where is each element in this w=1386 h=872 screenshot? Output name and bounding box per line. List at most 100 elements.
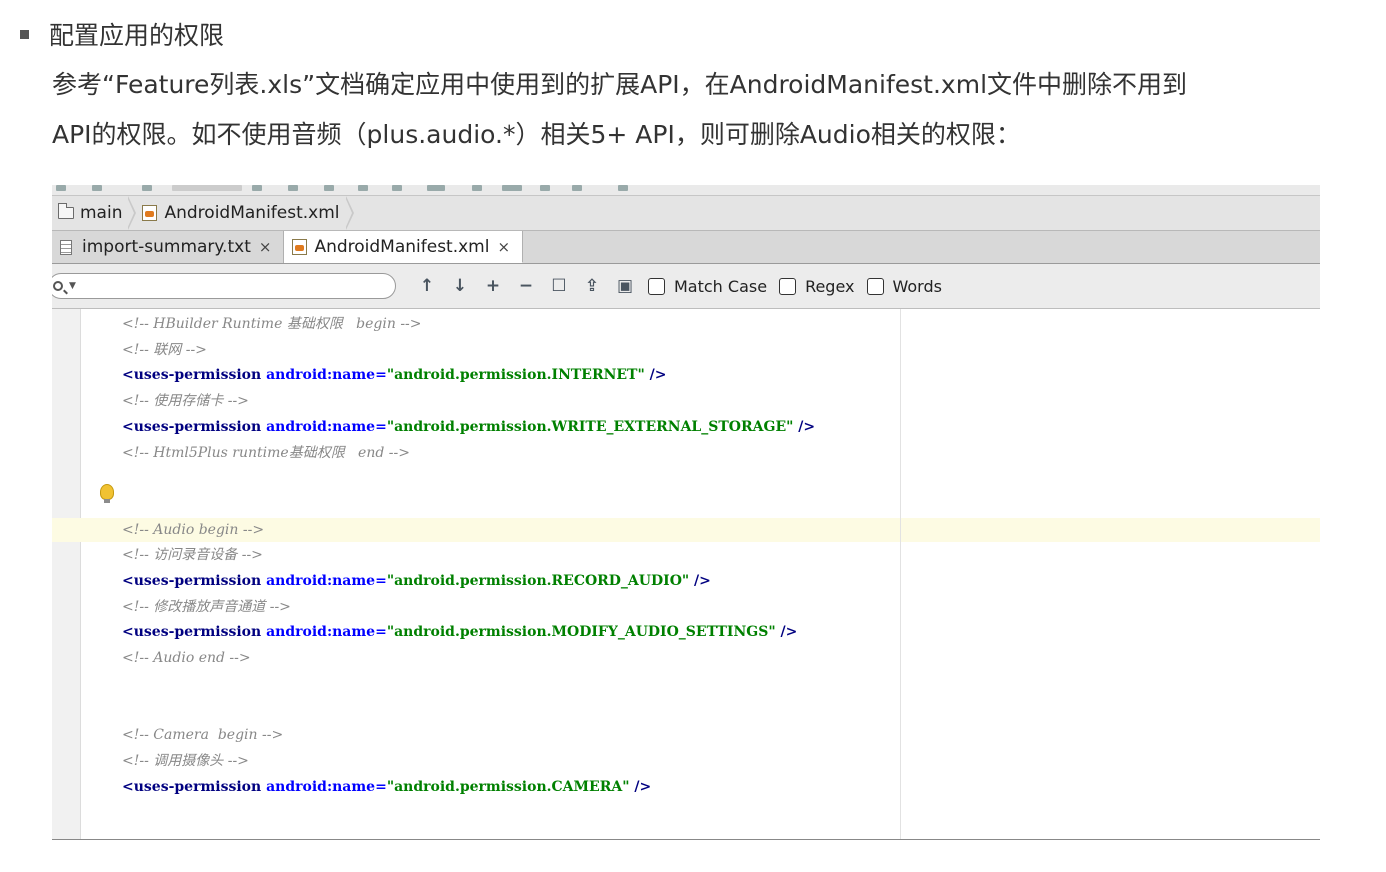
remove-selection-icon: −: [518, 276, 534, 296]
arrow-up-icon: ↑: [419, 276, 435, 296]
code-comment-line: <!-- 修改播放声音通道 -->: [122, 597, 291, 617]
xml-attribute: android:name=: [261, 778, 387, 795]
code-permission-line: <uses-permission android:name="android.p…: [122, 622, 797, 642]
code-comment-line: <!-- Audio end -->: [122, 648, 251, 668]
code-permission-line: <uses-permission android:name="android.p…: [122, 365, 667, 385]
list-item: 配置应用的权限: [20, 16, 224, 52]
xml-attribute: android:name=: [261, 418, 387, 435]
export-icon: ⇪: [584, 276, 600, 296]
code-comment-line: <!-- HBuilder Runtime 基础权限 begin -->: [122, 314, 422, 334]
xml-tag: <uses-permission: [122, 778, 262, 795]
code-comment-line: <!-- Camera begin -->: [122, 725, 283, 745]
xml-tag-end: />: [775, 624, 798, 641]
code-comment-line: <!-- Html5Plus runtime基础权限 end -->: [122, 443, 410, 463]
comment-text: <!-- 访问录音设备 -->: [122, 547, 263, 564]
comment-text: <!-- HBuilder Runtime 基础权限 begin -->: [122, 316, 422, 332]
ide-screenshot: main AndroidManifest.xml import-summary.…: [52, 185, 1320, 840]
folder-icon: [57, 203, 74, 219]
search-icon: [53, 281, 63, 291]
lightbulb-icon[interactable]: [100, 483, 114, 503]
comment-text: <!-- 使用存储卡 -->: [122, 393, 249, 410]
breadcrumb-label: AndroidManifest.xml: [164, 203, 340, 223]
xml-value: "android.permission.WRITE_EXTERNAL_STORA…: [386, 418, 794, 435]
export-button[interactable]: ⇪: [581, 275, 603, 297]
checkbox-box[interactable]: [866, 277, 884, 295]
checkbox-label: Match Case: [674, 276, 768, 296]
code-comment-line: <!-- 访问录音设备 -->: [122, 545, 263, 565]
xml-tag-end: />: [629, 778, 652, 795]
xml-tag: <uses-permission: [122, 573, 262, 589]
select-all-icon: ☐: [551, 276, 567, 296]
xml-tag: <uses-permission: [122, 624, 262, 641]
xml-value: "android.permission.MODIFY_AUDIO_SETTING…: [386, 624, 776, 641]
right-margin-guide: [900, 309, 901, 839]
article-paragraph: 参考“Feature列表.xls”文档确定应用中使用到的扩展API，在Andro…: [52, 70, 1188, 149]
xml-tag-end: />: [793, 418, 816, 435]
regex-checkbox[interactable]: Regex: [779, 276, 855, 296]
filter-button[interactable]: ▣: [614, 275, 636, 297]
filter-icon: ▣: [616, 276, 634, 296]
xml-value: "android.permission.INTERNET": [386, 367, 645, 384]
chevron-down-icon[interactable]: ▼: [69, 281, 76, 291]
xml-value: "android.permission.RECORD_AUDIO": [386, 573, 690, 589]
comment-text: <!-- 修改播放声音通道 -->: [122, 598, 291, 615]
xml-tag-end: />: [644, 367, 667, 384]
code-permission-line: <uses-permission android:name="android.p…: [122, 417, 815, 437]
find-toolbar: ▼ ↑ ↓ + − ☐ ⇪ ▣ Match Case Regex Words: [52, 264, 1320, 309]
next-occurrence-button[interactable]: ↓: [449, 275, 471, 297]
comment-text: <!-- Camera begin -->: [122, 727, 284, 744]
code-permission-line: <uses-permission android:name="android.p…: [122, 571, 711, 591]
editor-tabs: import-summary.txt × AndroidManifest.xml…: [52, 231, 1320, 264]
tab-label: AndroidManifest.xml: [314, 236, 490, 257]
breadcrumb-label: main: [80, 203, 123, 223]
breadcrumb-separator: [344, 196, 354, 230]
xml-attribute: android:name=: [261, 624, 387, 641]
code-comment-line: <!-- 调用摄像头 -->: [122, 751, 249, 771]
xml-value: "android.permission.CAMERA": [386, 778, 630, 795]
close-icon[interactable]: ×: [497, 238, 510, 256]
comment-text: <!-- Audio begin -->: [122, 521, 265, 538]
previous-occurrence-button[interactable]: ↑: [416, 275, 438, 297]
words-checkbox[interactable]: Words: [866, 276, 942, 296]
checkbox-label: Regex: [805, 276, 855, 296]
arrow-down-icon: ↓: [452, 276, 468, 296]
code-comment-line: <!-- 使用存储卡 -->: [122, 391, 249, 411]
breadcrumb-separator: [127, 196, 137, 230]
checkbox-box[interactable]: [779, 277, 797, 295]
breadcrumb-item-main[interactable]: main: [52, 196, 128, 230]
checkbox-box[interactable]: [648, 277, 665, 295]
editor-gutter: [52, 309, 81, 839]
breadcrumb: main AndroidManifest.xml: [52, 196, 1320, 231]
tab-android-manifest[interactable]: AndroidManifest.xml ×: [284, 231, 524, 263]
xml-file-icon: [292, 238, 308, 255]
main-toolbar: [52, 185, 1320, 196]
add-selection-icon: +: [485, 276, 501, 296]
bullet-icon: [20, 29, 29, 39]
xml-tag: <uses-permission: [122, 367, 262, 384]
checkbox-label: Words: [892, 276, 942, 296]
remove-occurrence-button[interactable]: −: [515, 275, 537, 297]
tab-label: import-summary.txt: [82, 237, 251, 257]
close-icon[interactable]: ×: [259, 238, 272, 256]
code-editor[interactable]: <!-- HBuilder Runtime 基础权限 begin --> <!--…: [52, 309, 1320, 839]
xml-file-icon: [142, 205, 158, 221]
comment-text: <!-- Audio end -->: [122, 650, 251, 667]
search-input[interactable]: ▼: [52, 273, 396, 299]
xml-tag: <uses-permission: [122, 418, 262, 435]
xml-tag-end: />: [689, 573, 711, 589]
xml-attribute: android:name=: [261, 573, 387, 589]
comment-text: <!-- 联网 -->: [122, 341, 207, 358]
code-comment-line: <!-- 联网 -->: [122, 340, 207, 360]
comment-text: <!-- Html5Plus runtime基础权限 end -->: [122, 444, 410, 461]
tab-import-summary[interactable]: import-summary.txt ×: [52, 231, 285, 263]
comment-text: <!-- 调用摄像头 -->: [122, 752, 249, 769]
code-comment-line: <!-- Audio begin -->: [122, 520, 264, 540]
code-permission-line: <uses-permission android:name="android.p…: [122, 777, 651, 797]
breadcrumb-item-manifest[interactable]: AndroidManifest.xml: [136, 196, 345, 230]
select-all-occurrences-button[interactable]: ☐: [548, 275, 570, 297]
xml-attribute: android:name=: [261, 367, 387, 384]
add-occurrence-button[interactable]: +: [482, 275, 504, 297]
section-heading: 配置应用的权限: [49, 21, 225, 50]
text-file-icon: [60, 239, 72, 255]
match-case-checkbox[interactable]: Match Case: [648, 277, 767, 296]
